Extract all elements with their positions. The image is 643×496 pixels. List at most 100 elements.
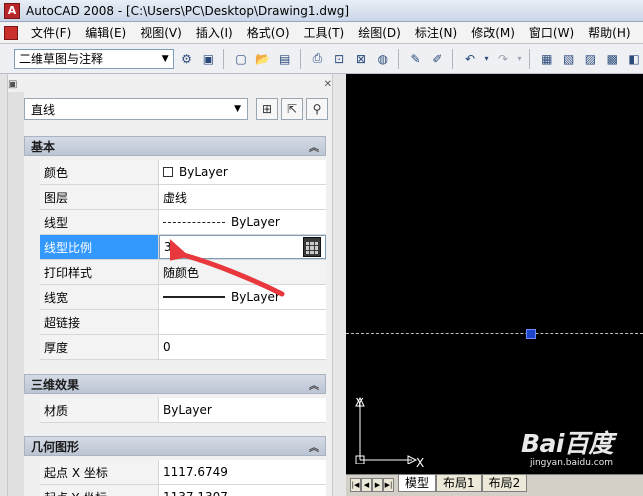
prop-row-hyperlink[interactable]: 超链接 (40, 310, 326, 335)
prev-tab-icon[interactable]: ◀ (361, 478, 372, 492)
baidu-watermark: Bai百度 jingyan.baidu.com (521, 424, 614, 468)
prop-row-start-y[interactable]: 起点 Y 坐标 1137.1307 (40, 485, 326, 496)
new-file-icon[interactable]: ▢ (232, 49, 250, 69)
tool-palette-icon[interactable]: ▨ (582, 49, 600, 69)
menu-bar: 文件(F) 编辑(E) 视图(V) 插入(I) 格式(O) 工具(T) 绘图(D… (0, 22, 643, 44)
drawing-canvas[interactable]: Y X Bai百度 jingyan.baidu.com (346, 74, 643, 474)
menu-view[interactable]: 视图(V) (133, 22, 189, 44)
menu-draw[interactable]: 绘图(D) (351, 22, 408, 44)
section-geometry[interactable]: 几何图形 ︽ (24, 436, 326, 456)
standard-toolbar: 二维草图与注释 ▼ ⚙ ▣ ▢ 📂 ▤ ⎙ ⊡ ⊠ ◍ ✎ ✐ ↶ ▾ ↷ ▾ … (0, 44, 643, 74)
object-type-select[interactable]: 直线 ▼ (24, 98, 248, 120)
prop-value-thickness[interactable]: 0 (159, 335, 326, 359)
prop-value-layer[interactable]: 虚线 (159, 185, 326, 209)
prop-row-material[interactable]: 材质 ByLayer (40, 398, 326, 423)
prop-row-layer[interactable]: 图层 虚线 (40, 185, 326, 210)
prop-row-start-x[interactable]: 起点 X 坐标 1117.6749 (40, 460, 326, 485)
prop-value-ltscale[interactable]: 3 (159, 235, 326, 259)
prop-value-linetype[interactable]: ByLayer (159, 210, 326, 234)
document-menu-icon[interactable] (4, 25, 18, 40)
color-swatch-icon (163, 167, 173, 177)
select-objects-icon[interactable]: ⇱ (281, 98, 303, 120)
ucs-y-label: Y (356, 396, 364, 410)
menu-edit[interactable]: 编辑(E) (78, 22, 133, 44)
prop-value-color[interactable]: ByLayer (159, 160, 326, 184)
prop-name-start-y: 起点 Y 坐标 (40, 485, 159, 496)
prop-value-plotstyle[interactable]: 随颜色 (159, 260, 326, 284)
palette-scrollbar[interactable] (332, 74, 346, 496)
selection-grip[interactable] (526, 329, 536, 339)
redo-dropdown-icon[interactable]: ▾ (516, 49, 523, 69)
calculator-icon[interactable] (303, 237, 321, 257)
workspace-settings-icon[interactable]: ⚙ (178, 49, 196, 69)
layer-manager-icon[interactable]: ▦ (538, 49, 556, 69)
prop-value-material[interactable]: ByLayer (159, 398, 326, 422)
palette-menu-icon[interactable]: ▣ (8, 79, 17, 90)
menu-help[interactable]: 帮助(H) (581, 22, 637, 44)
print-icon[interactable]: ⎙ (308, 49, 326, 69)
ucs-icon (355, 396, 418, 464)
menu-modify[interactable]: 修改(M) (464, 22, 522, 44)
markup-icon[interactable]: ◧ (625, 49, 643, 69)
ltscale-value-input[interactable]: 3 (164, 240, 172, 254)
prop-value-start-x[interactable]: 1117.6749 (159, 460, 326, 484)
tab-layout2[interactable]: 布局2 (481, 475, 528, 492)
design-center-icon[interactable]: ▧ (560, 49, 578, 69)
menu-tools[interactable]: 工具(T) (297, 22, 352, 44)
properties-palette: ▣ ✕ 直线 ▼ ⊞ ⇱ ⚲ 基本 ︽ 颜色 ByLayer 图层 虚线 线型 … (0, 74, 346, 496)
tab-layout1[interactable]: 布局1 (436, 475, 482, 492)
quick-select-icon[interactable]: ⚲ (306, 98, 328, 120)
section-basic[interactable]: 基本 ︽ (24, 136, 326, 156)
chevron-down-icon: ▼ (234, 104, 241, 114)
publish-icon[interactable]: ⊠ (352, 49, 370, 69)
save-icon[interactable]: ▤ (276, 49, 294, 69)
autocad-app-icon[interactable]: A (4, 2, 20, 19)
collapse-chevron-icon[interactable]: ︽ (309, 377, 319, 392)
pencil-icon[interactable]: ✎ (407, 49, 425, 69)
prop-row-linetype[interactable]: 线型 ByLayer (40, 210, 326, 235)
prop-row-plotstyle[interactable]: 打印样式 随颜色 (40, 260, 326, 285)
prop-name-material: 材质 (40, 398, 159, 422)
prop-row-ltscale[interactable]: 线型比例 3 (40, 235, 326, 260)
last-tab-icon[interactable]: ▶| (383, 478, 394, 492)
sheet-set-icon[interactable]: ▩ (603, 49, 621, 69)
match-properties-icon[interactable]: ✐ (428, 49, 446, 69)
menu-file[interactable]: 文件(F) (24, 22, 78, 44)
undo-dropdown-icon[interactable]: ▾ (483, 49, 490, 69)
menu-format[interactable]: 格式(O) (240, 22, 297, 44)
object-type-value: 直线 (31, 102, 56, 117)
prop-value-start-y[interactable]: 1137.1307 (159, 485, 326, 496)
plot-preview-icon[interactable]: ⊡ (330, 49, 348, 69)
toolbar-divider (397, 48, 399, 69)
menu-dimension[interactable]: 标注(N) (408, 22, 464, 44)
prop-value-lineweight[interactable]: ByLayer (159, 285, 326, 309)
open-folder-icon[interactable]: 📂 (254, 49, 272, 69)
toggle-pickadd-icon[interactable]: ⊞ (256, 98, 278, 120)
next-tab-icon[interactable]: ▶ (372, 478, 383, 492)
redo-icon[interactable]: ↷ (494, 49, 512, 69)
prop-row-lineweight[interactable]: 线宽 ByLayer (40, 285, 326, 310)
collapse-chevron-icon[interactable]: ︽ (309, 139, 319, 154)
section-3d-title: 三维效果 (31, 377, 80, 392)
undo-icon[interactable]: ↶ (461, 49, 479, 69)
globe-icon[interactable]: ◍ (374, 49, 392, 69)
palette-titlebar-strip[interactable] (0, 74, 8, 496)
palette-close-icon[interactable]: ✕ (324, 79, 332, 90)
prop-name-color: 颜色 (40, 160, 159, 184)
menu-insert[interactable]: 插入(I) (189, 22, 240, 44)
prop-value-hyperlink[interactable] (159, 310, 326, 334)
workspace-select-value: 二维草图与注释 (19, 52, 104, 66)
section-3d-effects[interactable]: 三维效果 ︽ (24, 374, 326, 394)
prop-row-color[interactable]: 颜色 ByLayer (40, 160, 326, 185)
layout-tabs: |◀ ◀ ▶ ▶| 模型 布局1 布局2 (346, 474, 643, 496)
prop-name-linetype: 线型 (40, 210, 159, 234)
collapse-chevron-icon[interactable]: ︽ (309, 439, 319, 454)
dashed-line-entity[interactable] (346, 333, 643, 334)
prop-row-thickness[interactable]: 厚度 0 (40, 335, 326, 360)
menu-window[interactable]: 窗口(W) (522, 22, 581, 44)
ucs-x-label: X (416, 456, 425, 470)
tab-model[interactable]: 模型 (398, 475, 437, 492)
first-tab-icon[interactable]: |◀ (350, 478, 361, 492)
workspace-select[interactable]: 二维草图与注释 ▼ (14, 48, 174, 69)
save-workspace-icon[interactable]: ▣ (199, 49, 217, 69)
